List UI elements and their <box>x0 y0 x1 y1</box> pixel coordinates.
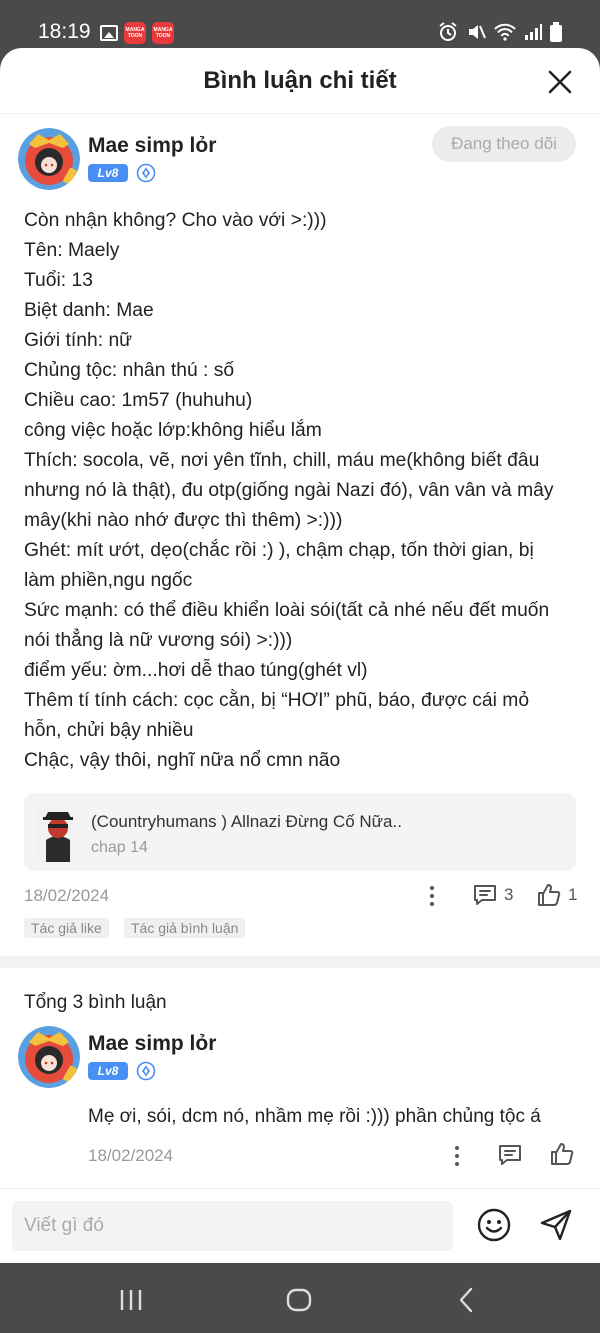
like-icon <box>538 884 561 906</box>
reply-like-icon[interactable] <box>549 1141 575 1167</box>
reply-more-icon[interactable] <box>454 1146 460 1168</box>
wifi-icon <box>494 23 516 41</box>
sheet-header: Bình luận chi tiết <box>0 48 600 114</box>
status-time: 18:19 <box>38 20 91 43</box>
back-icon[interactable] <box>452 1285 482 1315</box>
comment-line: điểm yếu: ờm...hơi dễ thao túng(ghét vl) <box>24 660 368 681</box>
send-icon[interactable] <box>538 1207 574 1243</box>
like-count: 1 <box>568 885 578 904</box>
comment-detail-sheet: Bình luận chi tiết Mae simp lỏr Lv8 Đang… <box>0 48 600 1263</box>
comment-line: làm phiền,ngu ngốc <box>24 570 193 591</box>
level-badge: Lv8 <box>88 164 128 182</box>
verified-icon <box>136 163 156 183</box>
signal-icon <box>525 24 542 40</box>
gallery-notification-icon <box>100 25 118 41</box>
reply-text: Mẹ ơi, sói, dcm nó, nhầm mẹ rồi :))) phầ… <box>88 1106 541 1127</box>
section-divider <box>0 956 600 968</box>
reply-avatar[interactable] <box>18 1026 80 1088</box>
comment-line: Sức mạnh: có thể điều khiển loài sói(tất… <box>24 600 550 621</box>
mangatoon-app-icon-2: MANGA TOON <box>152 22 174 44</box>
manga-title: (Countryhumans ) Allnazi Đừng Cố Nữa.. <box>91 812 402 831</box>
follow-button[interactable]: Đang theo dõi <box>432 126 576 162</box>
page-title: Bình luận chi tiết <box>203 67 397 94</box>
comment-line: Giới tính: nữ <box>24 330 133 351</box>
close-icon[interactable] <box>548 70 572 94</box>
battery-icon <box>550 22 562 42</box>
system-nav-bar <box>0 1263 600 1333</box>
comment-input[interactable] <box>12 1201 453 1251</box>
more-icon[interactable] <box>429 886 435 908</box>
comment-date: 18/02/2024 <box>24 886 110 905</box>
comment-line: Ghét: mít ướt, dẹo(chắc rồi :) ), chậm c… <box>24 540 534 561</box>
user-name[interactable]: Mae simp lỏr <box>88 134 216 158</box>
like-button[interactable]: 1 <box>536 882 577 908</box>
comment-line: Thích: socola, vẽ, nơi yên tĩnh, chill, … <box>24 450 540 471</box>
comment-line: Chậc, vậy thôi, nghĩ nữa nổ cmn não <box>24 750 341 771</box>
reply-icon <box>474 885 496 905</box>
comment-line: nhưng nó là thật), đu otp(giống ngài Naz… <box>24 480 554 501</box>
reply-user-name[interactable]: Mae simp lỏr <box>88 1032 216 1056</box>
emoji-icon[interactable] <box>476 1207 512 1243</box>
comment-line: công việc hoặc lớp:không hiểu lắm <box>24 420 322 441</box>
reply-level-badge: Lv8 <box>88 1062 128 1080</box>
manga-card[interactable]: (Countryhumans ) Allnazi Đừng Cố Nữa.. c… <box>24 793 576 871</box>
mute-icon <box>469 25 486 39</box>
comment-line: Còn nhận không? Cho vào với >:))) <box>24 210 327 231</box>
author-liked-tag: Tác giả like <box>24 918 109 938</box>
comment-line: Biệt danh: Mae <box>24 300 154 321</box>
mangatoon-app-icon: MANGA TOON <box>124 22 146 44</box>
comment-line: Chủng tộc: nhân thú : số <box>24 360 235 381</box>
manga-cover <box>36 802 80 862</box>
comment-line: Thêm tí tính cách: cọc cằn, bị “HƠI” phũ… <box>24 690 530 711</box>
comment-input-bar <box>0 1188 600 1263</box>
home-icon[interactable] <box>284 1285 314 1315</box>
reply-date: 18/02/2024 <box>88 1146 174 1165</box>
reply-button[interactable]: 3 <box>472 882 513 908</box>
comment-line: mây(khi nào nhớ được thì thêm) >:))) <box>24 510 343 531</box>
reply-verified-icon <box>136 1061 156 1081</box>
comment-line: hỗn, chửi bậy nhiều <box>24 720 194 741</box>
comment-line: Tên: Maely <box>24 240 120 261</box>
recents-icon[interactable] <box>116 1285 146 1315</box>
manga-chapter: chap 14 <box>91 839 148 856</box>
author-commented-tag: Tác giả bình luận <box>124 918 246 938</box>
comment-body: Còn nhận không? Cho vào với >:))) Tên: Ma… <box>24 206 584 776</box>
reply-count: 3 <box>504 885 514 904</box>
comment-line: Chiều cao: 1m57 (huhuhu) <box>24 390 253 411</box>
comment-line: Tuổi: 13 <box>24 270 93 291</box>
avatar[interactable] <box>18 128 80 190</box>
status-notification-icons: MANGA TOON MANGA TOON <box>100 22 174 44</box>
status-system-icons <box>438 22 562 42</box>
total-comments-label: Tổng 3 bình luận <box>24 992 167 1013</box>
comment-line: nói thẳng là nữ vương sói) >:))) <box>24 630 293 651</box>
reply-reply-icon[interactable] <box>497 1142 523 1168</box>
alarm-icon <box>439 22 457 41</box>
